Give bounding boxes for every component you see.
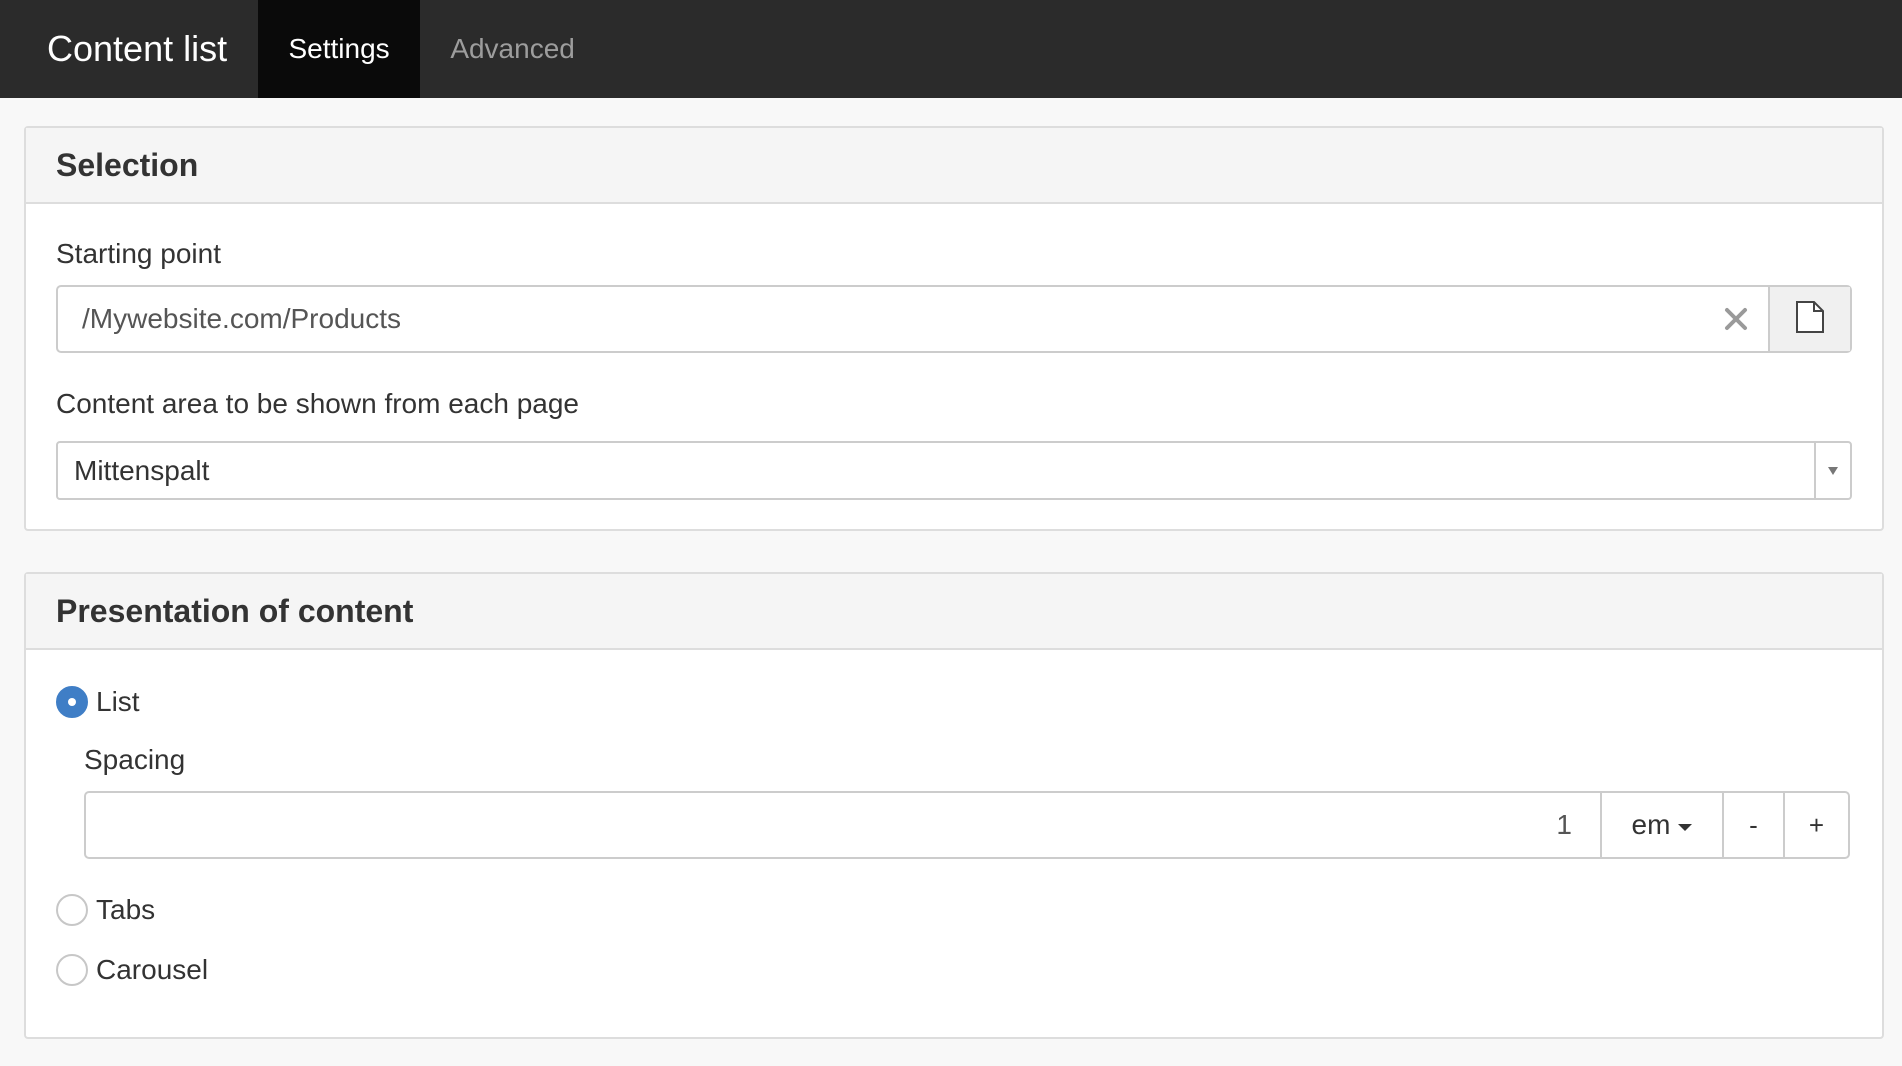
spacing-unit-dropdown[interactable]: em (1600, 793, 1722, 857)
chevron-down-icon[interactable] (1814, 443, 1850, 498)
top-bar: Content list Settings Advanced (0, 0, 1902, 98)
radio-tabs[interactable]: Tabs (56, 894, 155, 926)
radio-tabs-input[interactable] (56, 894, 88, 926)
presentation-panel: Presentation of content List Spacing 1 e… (24, 572, 1884, 1039)
presentation-heading: Presentation of content (26, 574, 1882, 650)
starting-point-field[interactable]: /Mywebsite.com/Products (56, 285, 1852, 353)
starting-point-value[interactable]: /Mywebsite.com/Products (58, 287, 1704, 351)
app-title: Content list (47, 28, 228, 69)
file-icon (1795, 300, 1825, 339)
tab-settings[interactable]: Settings (258, 0, 421, 98)
increment-button[interactable]: + (1783, 793, 1848, 857)
spacing-label: Spacing (84, 744, 186, 775)
radio-list-label: List (96, 686, 140, 717)
spacing-value[interactable]: 1 (86, 793, 1600, 857)
selection-heading: Selection (26, 128, 1882, 204)
radio-carousel[interactable]: Carousel (56, 954, 208, 986)
spacing-stepper[interactable]: 1 em - + (84, 791, 1850, 859)
radio-list-input[interactable] (56, 686, 88, 718)
radio-carousel-label: Carousel (96, 954, 209, 985)
content-area-label: Content area to be shown from each page (56, 388, 580, 419)
decrement-button[interactable]: - (1722, 793, 1783, 857)
spacing-unit-label: em (1631, 809, 1671, 840)
radio-list[interactable]: List (56, 686, 140, 718)
browse-button[interactable] (1768, 287, 1850, 351)
content-area-value[interactable]: Mittenspalt (58, 443, 1814, 498)
content-area-select[interactable]: Mittenspalt (56, 441, 1852, 500)
close-icon[interactable] (1704, 287, 1768, 351)
starting-point-label: Starting point (56, 238, 221, 269)
tab-advanced[interactable]: Advanced (420, 0, 605, 98)
radio-tabs-label: Tabs (96, 894, 156, 925)
radio-carousel-input[interactable] (56, 954, 88, 986)
selection-panel: Selection Starting point /Mywebsite.com/… (24, 126, 1884, 531)
caret-down-icon (1678, 823, 1693, 831)
